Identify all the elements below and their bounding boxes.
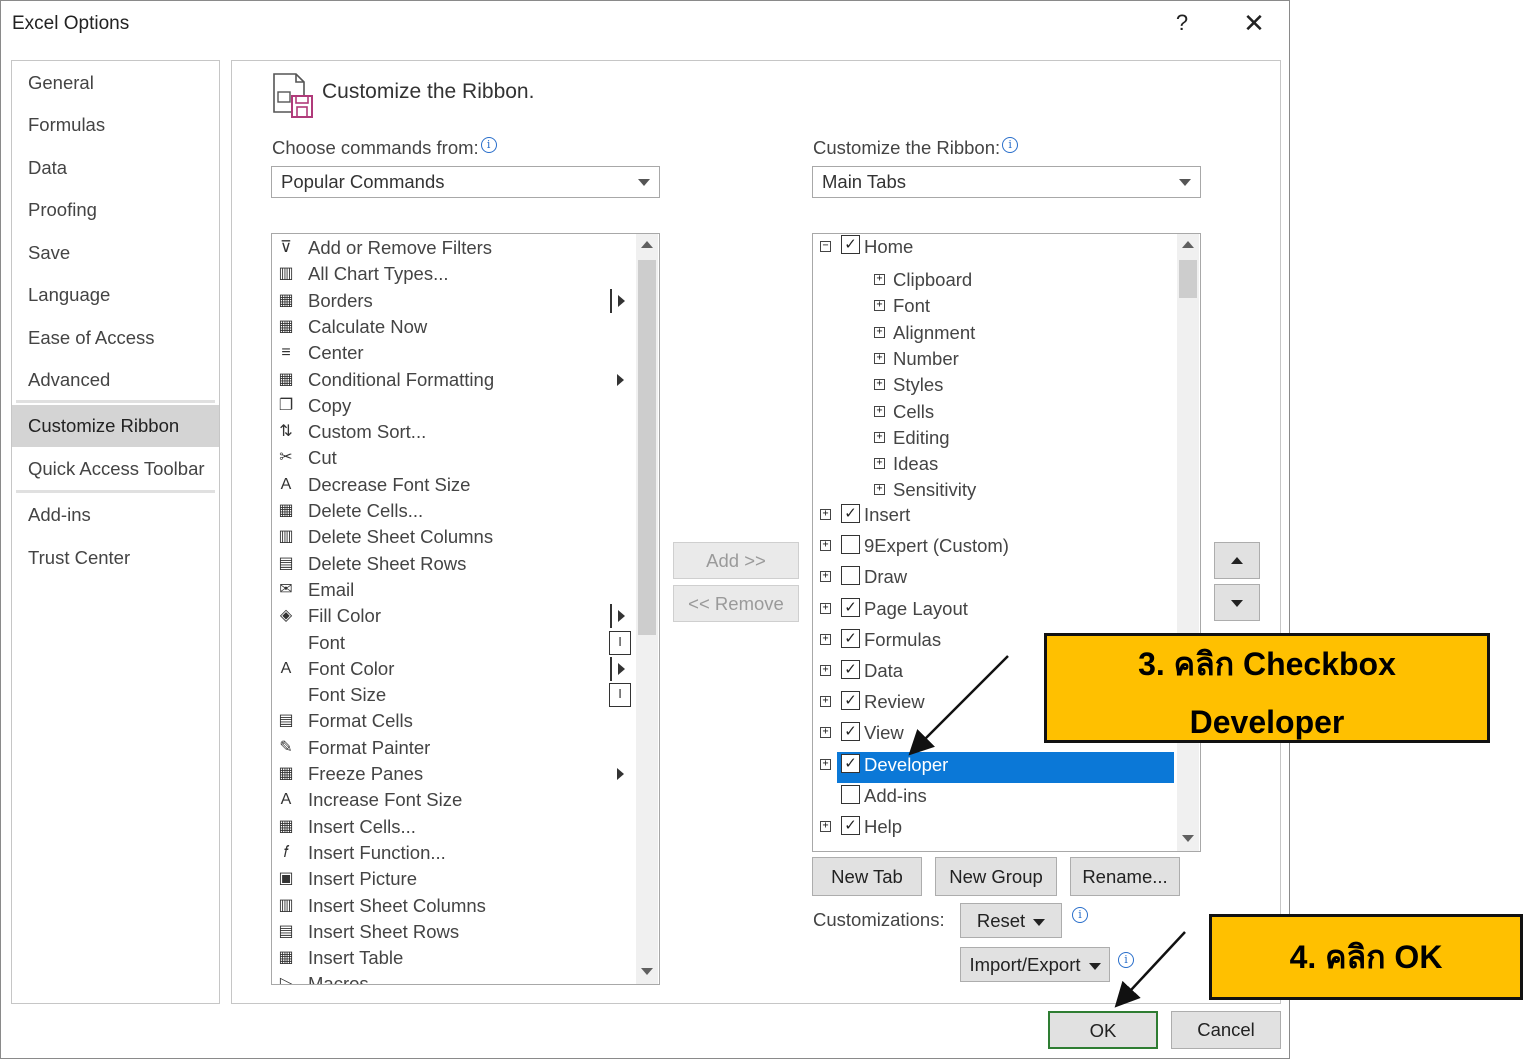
- arrow-to-ok: [1114, 931, 1186, 1008]
- arrow-to-developer: [908, 655, 1009, 756]
- annotation-arrows: [908, 655, 1186, 1008]
